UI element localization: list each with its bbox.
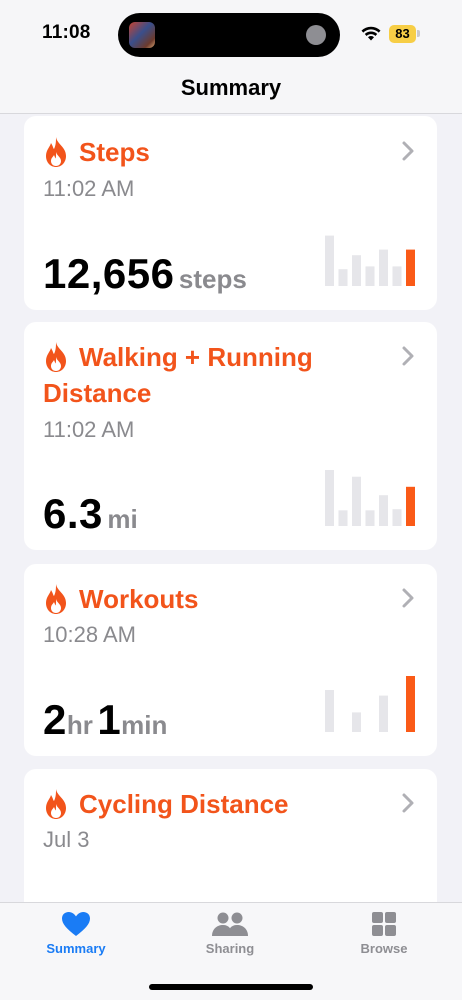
distance-value: 6.3 mi [43, 490, 138, 538]
metric-number: 6.3 [43, 490, 103, 537]
metric-unit: steps [178, 264, 247, 294]
chevron-right-icon[interactable] [401, 587, 415, 609]
heart-icon [62, 912, 90, 936]
tab-summary[interactable]: Summary [21, 911, 131, 956]
sparkline-bar [352, 255, 361, 286]
chevron-right-icon[interactable] [401, 792, 415, 814]
walking-running-distance-card[interactable]: Walking + Running Distance 11:02 AM 6.3 … [24, 322, 437, 550]
sparkline-bar [338, 269, 348, 286]
dynamic-island[interactable] [118, 13, 340, 57]
sparkline-bar [352, 712, 361, 732]
sparkline-bar [325, 470, 334, 526]
status-time: 11:08 [42, 22, 91, 43]
tab-sharing[interactable]: Sharing [175, 911, 285, 956]
metric-unit-minutes: min [121, 710, 168, 740]
sparkline-bar [325, 690, 334, 732]
grid-icon [372, 912, 396, 936]
sparkline-bar [352, 476, 361, 526]
status-bar: 11:08 83 [0, 0, 462, 62]
flame-icon [46, 789, 66, 819]
sparkline-bar [365, 266, 375, 286]
sparkline-bar-current [406, 486, 415, 526]
card-title: Steps [79, 137, 150, 167]
card-title: Workouts [79, 584, 199, 614]
metric-number-minutes: 1 [97, 696, 122, 743]
card-timestamp: Jul 3 [43, 827, 90, 852]
steps-sparkline [325, 235, 415, 286]
steps-card[interactable]: Steps 11:02 AM 12,656 steps [24, 116, 437, 310]
sparkline-bar [338, 510, 348, 526]
chevron-right-icon[interactable] [401, 345, 415, 367]
battery-level: 83 [389, 25, 416, 43]
card-title: Walking + Running Distance [43, 342, 313, 408]
sparkline-bar [379, 495, 388, 526]
chevron-right-icon[interactable] [401, 140, 415, 162]
navigation-bar: Summary [0, 62, 462, 114]
battery-icon [417, 30, 420, 37]
tab-label: Browse [360, 941, 408, 956]
workouts-sparkline [325, 676, 415, 732]
card-title: Cycling Distance [79, 789, 289, 819]
flame-icon [46, 137, 66, 167]
sparkline-bar [392, 266, 402, 286]
live-activity-indicator-icon [306, 25, 326, 45]
tab-label: Summary [46, 941, 106, 956]
flame-icon [46, 584, 66, 614]
metric-unit-hours: hr [66, 710, 93, 740]
home-indicator[interactable] [149, 984, 313, 990]
workouts-card[interactable]: Workouts 10:28 AM 2hr 1min [24, 564, 437, 756]
tab-label: Sharing [205, 941, 255, 956]
wifi-icon [361, 26, 381, 41]
card-timestamp: 11:02 AM [43, 417, 135, 442]
sparkline-bar [392, 509, 402, 526]
people-icon [212, 912, 248, 936]
sparkline-bar-current [406, 676, 415, 732]
card-timestamp: 10:28 AM [43, 622, 136, 647]
live-activity-app-icon[interactable] [129, 22, 155, 48]
metric-unit: mi [107, 504, 138, 534]
distance-sparkline [325, 470, 415, 526]
workout-duration-value: 2hr 1min [43, 696, 167, 744]
metric-number: 12,656 [43, 250, 175, 297]
steps-value: 12,656 steps [43, 250, 247, 298]
sparkline-bar [379, 695, 388, 732]
metric-number-hours: 2 [43, 696, 67, 743]
sparkline-bar [365, 510, 375, 526]
tab-browse[interactable]: Browse [329, 911, 439, 956]
sparkline-bar [325, 235, 334, 286]
card-timestamp: 11:02 AM [43, 176, 135, 201]
page-title: Summary [180, 75, 282, 100]
sparkline-bar [379, 249, 388, 286]
sparkline-bar-current [406, 249, 415, 286]
